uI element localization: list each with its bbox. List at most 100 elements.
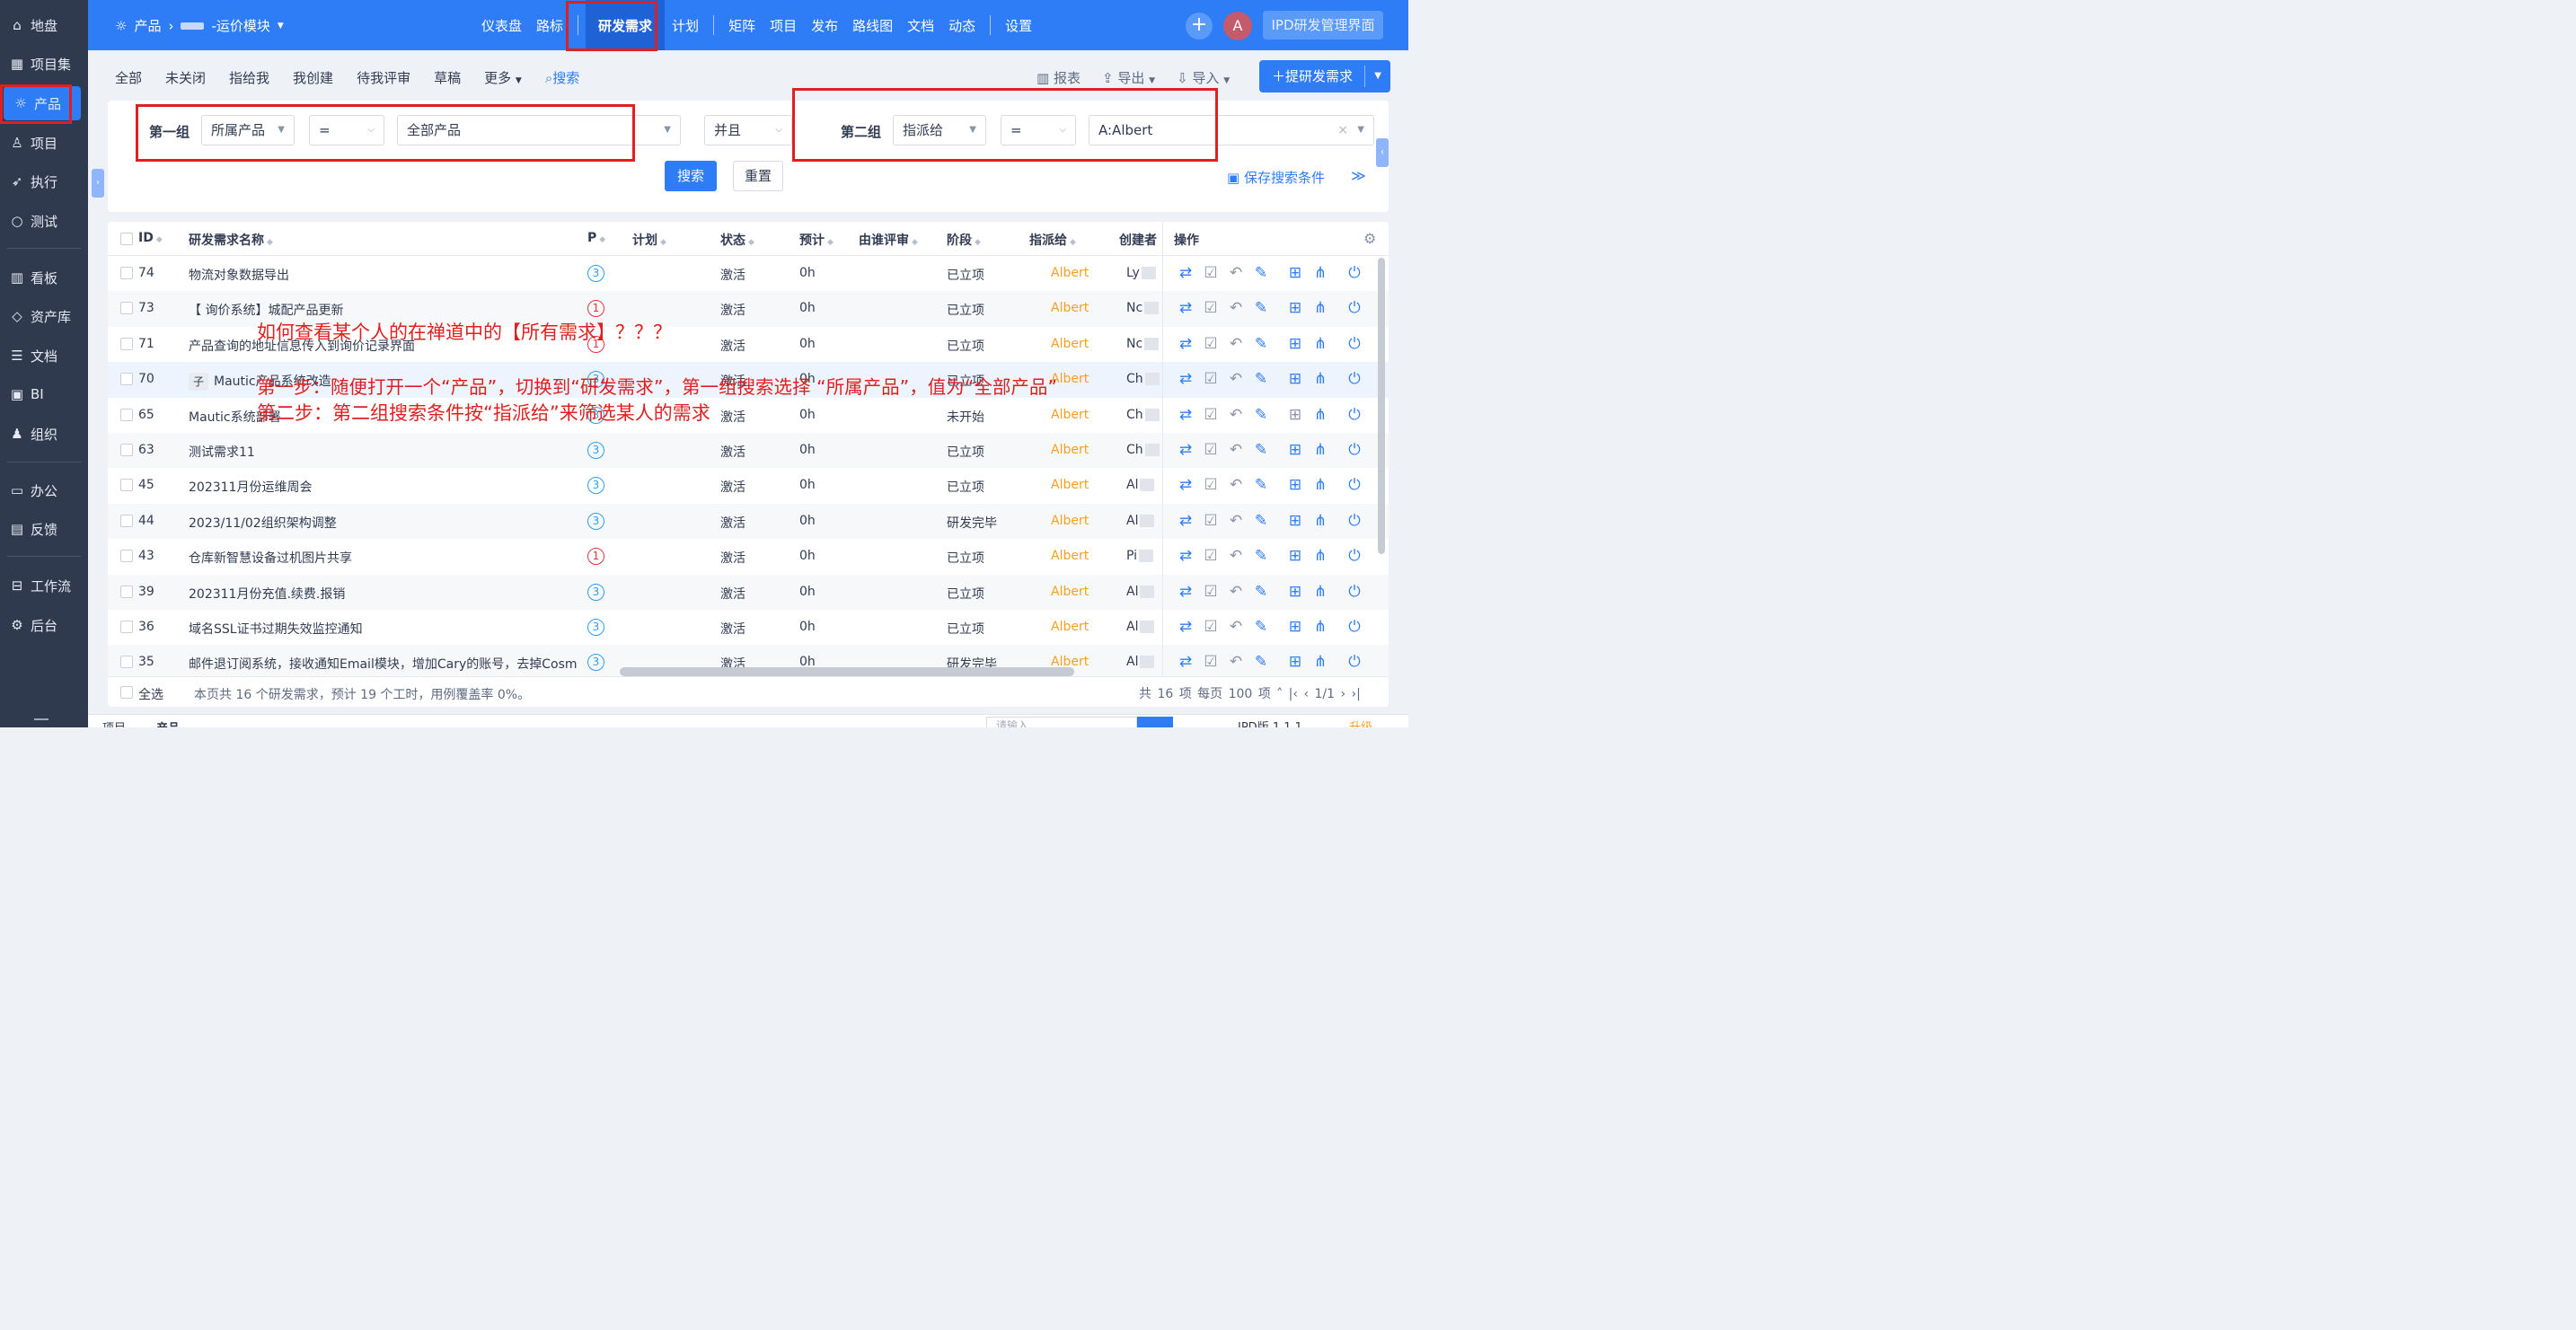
tab-unclosed[interactable]: 未关闭 — [165, 68, 206, 87]
bottom-tab-product[interactable]: 产品 — [156, 718, 180, 727]
assignee-link[interactable]: Albert — [1051, 620, 1089, 634]
edit-icon[interactable]: ✎ — [1251, 475, 1271, 495]
edit-icon[interactable]: ✎ — [1251, 652, 1271, 672]
logic-operator-select[interactable]: 并且 ⌵ — [704, 115, 792, 145]
sidebar-item-doc[interactable]: ☰ 文档 — [0, 339, 88, 373]
sidebar-item-feedback[interactable]: ▤ 反馈 — [0, 512, 88, 546]
sidebar-item-org[interactable]: ♟ 组织 — [0, 417, 88, 451]
import-button[interactable]: ⇩ 导入 ▼ — [1177, 68, 1230, 87]
split-icon[interactable]: ⊞ — [1285, 546, 1305, 566]
split-icon[interactable]: ⊞ — [1285, 440, 1305, 460]
edit-icon[interactable]: ✎ — [1251, 546, 1271, 566]
split-icon[interactable]: ⊞ — [1285, 369, 1305, 389]
review-icon[interactable]: ☑ — [1201, 298, 1221, 318]
bottom-search-input[interactable]: 请输入 — [986, 717, 1137, 727]
split-icon[interactable]: ⊞ — [1285, 298, 1305, 318]
column-creator[interactable]: 创建者 — [1119, 231, 1157, 249]
clear-icon[interactable]: × — [1337, 116, 1348, 145]
requirement-name[interactable]: 测试需求11 — [189, 443, 255, 461]
edit-icon[interactable]: ✎ — [1251, 369, 1271, 389]
row-checkbox[interactable] — [120, 408, 133, 421]
change-icon[interactable]: ⇄ — [1176, 652, 1195, 672]
undo-icon[interactable]: ↶ — [1226, 546, 1246, 566]
pagination[interactable]: 共 16 项 每页 100 项 ˄ |‹ ‹ 1/1 › ›| — [1139, 684, 1361, 702]
select-all-footer-checkbox[interactable] — [120, 686, 133, 699]
undo-icon[interactable]: ↶ — [1226, 475, 1246, 495]
branch-icon[interactable]: ⋔ — [1310, 298, 1330, 318]
change-icon[interactable]: ⇄ — [1176, 334, 1195, 354]
tab-all[interactable]: 全部 — [115, 68, 142, 87]
requirement-name[interactable]: 邮件退订阅系统，接收通知Email模块，增加Cary的账号，去掉Cosmo — [189, 655, 577, 673]
column-estimate[interactable]: 预计 ◆ — [799, 231, 834, 249]
edit-icon[interactable]: ✎ — [1251, 617, 1271, 637]
tab-assigned-to-me[interactable]: 指给我 — [229, 68, 269, 87]
nav-release[interactable]: 发布 — [804, 16, 845, 35]
change-icon[interactable]: ⇄ — [1176, 405, 1195, 425]
edit-icon[interactable]: ✎ — [1251, 263, 1271, 283]
close-icon[interactable]: ⏻ — [1345, 440, 1364, 460]
review-icon[interactable]: ☑ — [1201, 334, 1221, 354]
tab-search[interactable]: ⌕搜索 — [545, 68, 579, 87]
branch-icon[interactable]: ⋔ — [1310, 546, 1330, 566]
sidebar-item-home[interactable]: ⌂ 地盘 — [0, 8, 88, 42]
sidebar-item-project[interactable]: ♙ 项目 — [0, 126, 88, 160]
undo-icon[interactable]: ↶ — [1226, 511, 1246, 531]
assignee-link[interactable]: Albert — [1051, 478, 1089, 492]
menu-toggle-icon[interactable] — [34, 718, 49, 720]
assignee-link[interactable]: Albert — [1051, 443, 1089, 457]
edit-icon[interactable]: ✎ — [1251, 582, 1271, 602]
row-checkbox[interactable] — [120, 550, 133, 563]
requirement-name[interactable]: 【 询价系统】城配产品更新 — [189, 301, 343, 319]
undo-icon[interactable]: ↶ — [1226, 617, 1246, 637]
split-icon[interactable]: ⊞ — [1285, 617, 1305, 637]
review-icon[interactable]: ☑ — [1201, 546, 1221, 566]
avatar[interactable]: A — [1223, 12, 1252, 40]
nav-roadmap-tag[interactable]: 路标 — [529, 16, 570, 35]
group1-operator-select[interactable]: = ⌵ — [309, 115, 384, 145]
change-icon[interactable]: ⇄ — [1176, 475, 1195, 495]
branch-icon[interactable]: ⋔ — [1310, 263, 1330, 283]
row-checkbox[interactable] — [120, 479, 133, 492]
column-plan[interactable]: 计划 ◆ — [632, 231, 666, 249]
nav-settings[interactable]: 设置 — [998, 16, 1039, 35]
close-icon[interactable]: ⏻ — [1345, 263, 1364, 283]
column-priority[interactable]: P ◆ — [587, 231, 605, 245]
split-icon[interactable]: ⊞ — [1285, 405, 1305, 425]
requirement-name[interactable]: 仓库新智慧设备过机图片共享 — [189, 549, 352, 567]
row-checkbox[interactable] — [120, 514, 133, 527]
undo-icon[interactable]: ↶ — [1226, 298, 1246, 318]
column-id[interactable]: ID ◆ — [138, 231, 163, 245]
undo-icon[interactable]: ↶ — [1226, 652, 1246, 672]
assignee-link[interactable]: Albert — [1051, 408, 1089, 422]
close-icon[interactable]: ⏻ — [1345, 405, 1364, 425]
close-icon[interactable]: ⏻ — [1345, 475, 1364, 495]
select-all-checkbox[interactable] — [120, 233, 133, 245]
sidebar-item-kanban[interactable]: ▥ 看板 — [0, 260, 88, 295]
close-icon[interactable]: ⏻ — [1345, 334, 1364, 354]
bottom-tab-project[interactable]: 项目 — [102, 718, 126, 727]
tab-more[interactable]: 更多 ▼ — [484, 68, 522, 87]
sidebar-item-execution[interactable]: ➶ 执行 — [0, 164, 88, 198]
column-stage[interactable]: 阶段 ◆ — [947, 231, 981, 249]
nav-doc[interactable]: 文档 — [900, 16, 941, 35]
group1-value-select[interactable]: 全部产品 ▼ — [397, 115, 681, 145]
undo-icon[interactable]: ↶ — [1226, 440, 1246, 460]
branch-icon[interactable]: ⋔ — [1310, 440, 1330, 460]
assignee-link[interactable]: Albert — [1051, 337, 1089, 351]
split-icon[interactable]: ⊞ — [1285, 334, 1305, 354]
undo-icon[interactable]: ↶ — [1226, 405, 1246, 425]
split-icon[interactable]: ⊞ — [1285, 511, 1305, 531]
branch-icon[interactable]: ⋔ — [1310, 475, 1330, 495]
split-icon[interactable]: ⊞ — [1285, 582, 1305, 602]
sidebar-item-admin[interactable]: ⚙ 后台 — [0, 608, 88, 642]
change-icon[interactable]: ⇄ — [1176, 546, 1195, 566]
upgrade-link[interactable]: 升级 — [1349, 718, 1372, 727]
branch-icon[interactable]: ⋔ — [1310, 369, 1330, 389]
horizontal-scrollbar[interactable] — [620, 667, 1074, 676]
breadcrumb-product[interactable]: 产品 — [134, 16, 161, 35]
save-search-button[interactable]: ▣ 保存搜索条件 — [1227, 168, 1325, 187]
tab-created-by-me[interactable]: 我创建 — [293, 68, 333, 87]
edit-icon[interactable]: ✎ — [1251, 334, 1271, 354]
change-icon[interactable]: ⇄ — [1176, 440, 1195, 460]
group2-operator-select[interactable]: = ⌵ — [1001, 115, 1076, 145]
